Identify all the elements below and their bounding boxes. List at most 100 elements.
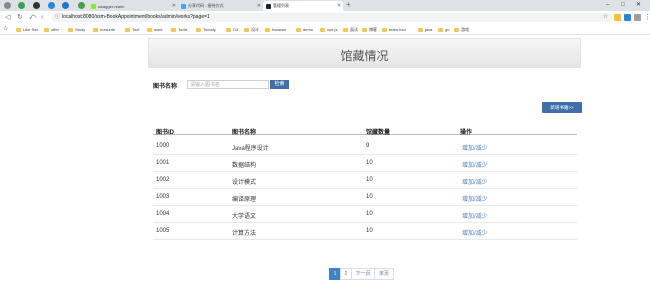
bookmark-folder[interactable]: 设计 <box>244 26 259 33</box>
folder-icon <box>438 27 443 32</box>
bookmark-folder[interactable]: team-tool <box>382 26 406 33</box>
bookmark-folder[interactable]: demo <box>296 26 313 33</box>
folder-icon <box>418 27 423 32</box>
menu-kebab-icon[interactable]: ⋮ <box>644 13 650 22</box>
app-menu-icon[interactable] <box>4 2 11 9</box>
page-favicon-icon <box>181 3 186 9</box>
bookmark-folder[interactable]: Tool <box>125 26 139 33</box>
adjust-quantity-link[interactable]: 增加/减少 <box>462 194 488 203</box>
browser-tab-1[interactable]: swagger-realm ✕ <box>88 1 178 11</box>
column-header-quantity: 馆藏数量 <box>366 130 391 136</box>
pinned-tab-icon-blue[interactable] <box>48 2 55 9</box>
bookmark-folder[interactable]: Study <box>68 26 85 33</box>
search-input[interactable] <box>187 80 269 89</box>
browser-tab-label: 分享代码 - 接待方式 <box>188 3 224 8</box>
browser-tab-2[interactable]: 分享代码 - 接待方式 ✕ <box>178 1 263 11</box>
table-header: 图书ID 图书名称 馆藏数量 操作 <box>153 125 577 136</box>
adjust-quantity-link[interactable]: 增加/减少 <box>462 211 488 220</box>
reload-icon[interactable]: ↻ <box>17 13 23 22</box>
bookmark-label: Tool <box>132 27 140 32</box>
extension-icon-blue[interactable] <box>624 14 631 21</box>
new-tab-button[interactable]: + <box>346 0 351 10</box>
book-name: 编译原理 <box>232 197 257 203</box>
close-window-button[interactable]: ✕ <box>636 0 641 10</box>
pinned-tab-icon-github[interactable] <box>33 2 40 9</box>
bookmark-folder[interactable]: offer <box>44 26 59 33</box>
bookmark-folder[interactable]: 面试 <box>343 26 358 33</box>
adjust-quantity-link[interactable]: 增加/减少 <box>462 160 488 169</box>
pinned-tab-icon-green-2[interactable] <box>78 2 85 9</box>
book-name: 大学语文 <box>232 214 257 220</box>
column-header-name: 图书名称 <box>232 130 257 136</box>
bookmark-label: 游戏 <box>461 27 469 32</box>
folder-icon <box>125 27 130 32</box>
bookmark-folder[interactable]: haowan <box>265 26 286 33</box>
book-id: 1002 <box>156 177 170 183</box>
maximize-button[interactable]: □ <box>621 0 625 10</box>
bookmark-folder[interactable]: vue.js <box>320 26 337 33</box>
bookmark-label: 设计 <box>251 27 259 32</box>
bookmark-folder[interactable]: G4 <box>226 26 238 33</box>
book-id: 1005 <box>156 228 170 234</box>
bookmark-label: Study <box>75 27 86 32</box>
close-icon[interactable]: ✕ <box>172 3 176 9</box>
bookmark-label: team-tool <box>389 27 406 32</box>
book-name: Java程序设计 <box>232 146 269 152</box>
bookmark-star-icon[interactable]: ☆ <box>603 13 608 22</box>
folder-icon <box>226 27 231 32</box>
pinned-tab-icon-green[interactable] <box>18 2 25 9</box>
extension-icon-yellow[interactable] <box>614 14 621 21</box>
folder-icon <box>454 27 459 32</box>
history-icon[interactable]: ⤺ <box>29 13 36 22</box>
add-book-button[interactable]: 新增书籍>> <box>542 102 582 113</box>
table-row: 1004 大学语文 10 增加/减少 <box>153 206 577 223</box>
bookmark-folder[interactable]: Like Sex <box>16 26 38 33</box>
bookmark-folder[interactable]: go <box>438 26 449 33</box>
page-header-banner: 馆藏情况 <box>148 38 581 68</box>
forward-chevron-icon[interactable]: ‹ <box>41 13 43 22</box>
bookmark-star-icon[interactable]: ☆ <box>3 26 8 33</box>
search-label: 图书名称 <box>153 84 178 90</box>
bookmark-folder[interactable]: work <box>147 26 162 33</box>
book-id: 1003 <box>156 194 170 200</box>
browser-tab-3-active[interactable]: 管理列表 ✕ <box>263 1 343 11</box>
bookmark-folder[interactable]: Todody <box>196 26 216 33</box>
folder-icon <box>196 27 201 32</box>
bookmark-folder[interactable]: 博客 <box>362 26 377 33</box>
adjust-quantity-link[interactable]: 增加/减少 <box>462 228 488 237</box>
folder-icon <box>171 27 176 32</box>
book-quantity: 10 <box>366 177 373 183</box>
bookmark-folder[interactable]: Tools <box>171 26 187 33</box>
book-name: 计算方法 <box>232 231 257 237</box>
minimize-button[interactable]: – <box>606 0 609 10</box>
info-icon[interactable]: ⓘ <box>55 13 60 22</box>
close-icon[interactable]: ✕ <box>257 3 261 9</box>
next-page-button[interactable]: 下一页 <box>351 268 375 280</box>
address-bar[interactable]: ⓘ localhost:8080/ssm-BookAppointment/boo… <box>52 13 612 22</box>
book-quantity: 10 <box>366 228 373 234</box>
bookmark-folder[interactable]: mzsunte <box>93 26 115 33</box>
bookmark-folder[interactable]: 游戏 <box>454 26 469 33</box>
last-page-button[interactable]: 末页 <box>374 268 394 280</box>
bookmark-label: Like Sex <box>23 27 39 32</box>
bookmark-folder[interactable]: java <box>418 26 432 33</box>
bookmark-label: haowan <box>272 27 287 32</box>
folder-icon <box>244 27 249 32</box>
adjust-quantity-link[interactable]: 增加/减少 <box>462 177 488 186</box>
folder-icon <box>320 27 325 32</box>
folder-icon <box>16 27 21 32</box>
folder-icon <box>265 27 270 32</box>
close-icon[interactable]: ✕ <box>337 3 341 9</box>
search-button[interactable]: 检索 <box>270 80 289 89</box>
folder-icon <box>68 27 73 32</box>
bookmark-label: Todody <box>203 27 216 32</box>
profile-avatar-icon[interactable] <box>634 14 641 21</box>
adjust-quantity-link[interactable]: 增加/减少 <box>462 143 488 152</box>
pinned-tab-icon-blue-2[interactable] <box>62 2 69 9</box>
table-row: 1005 计算方法 10 增加/减少 <box>153 223 577 240</box>
bookmark-label: Tools <box>178 27 188 32</box>
back-arrow-icon[interactable]: ◁ <box>5 13 10 22</box>
book-id: 1000 <box>156 143 170 149</box>
book-quantity: 9 <box>366 143 370 149</box>
page-title: 馆藏情况 <box>340 49 389 63</box>
